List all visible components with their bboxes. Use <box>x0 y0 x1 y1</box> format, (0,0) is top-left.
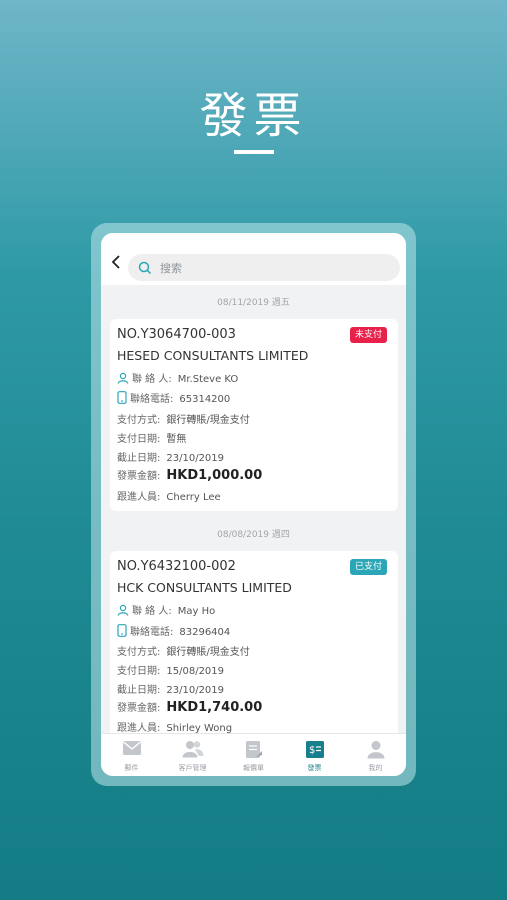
search-placeholder: 搜索 <box>160 262 182 275</box>
svg-text:$: $ <box>309 745 315 756</box>
status-badge: 未支付 <box>349 327 387 343</box>
nav-item-mail[interactable]: 郵件 <box>101 734 162 776</box>
due-date-value: 23/10/2019 <box>166 685 225 696</box>
person-icon <box>117 372 129 384</box>
payment-method-row: 支付方式: 銀行轉賬/現金支付 <box>117 643 250 658</box>
amount-row: 發票金額: HKD1,000.00 <box>117 467 262 483</box>
amount-label: 發票金額: <box>117 703 161 714</box>
invoice-card[interactable]: NO.Y3064700-003 HESED CONSULTANTS LIMITE… <box>110 319 398 511</box>
due-date-label: 截止日期: <box>117 453 161 464</box>
mail-icon <box>122 741 141 755</box>
payment-method-label: 支付方式: <box>117 415 161 426</box>
follow-row: 跟進人員: Cherry Lee <box>117 488 221 503</box>
contact-row: 聯 絡 人: May Ho <box>117 602 215 617</box>
nav-label: 郵件 <box>124 764 139 772</box>
amount-row: 發票金額: HKD1,740.00 <box>117 699 262 715</box>
date-separator: 08/08/2019 週四 <box>217 530 290 540</box>
payment-date-row: 支付日期: 15/08/2019 <box>117 662 224 677</box>
payment-date-label: 支付日期: <box>117 666 161 677</box>
invoice-company: HESED CONSULTANTS LIMITED <box>117 348 309 363</box>
due-date-value: 23/10/2019 <box>166 453 225 464</box>
contact-row: 聯 絡 人: Mr.Steve KO <box>117 370 238 385</box>
payment-method-row: 支付方式: 銀行轉賬/現金支付 <box>117 411 250 426</box>
invoice-company: HCK CONSULTANTS LIMITED <box>117 580 292 595</box>
nav-item-clients[interactable]: 客戶管理 <box>162 734 223 776</box>
bottom-nav: 郵件 客戶管理 報價單 $ 發票 我的 <box>101 733 406 776</box>
contact-value: Mr.Steve KO <box>177 374 239 385</box>
invoice-card[interactable]: NO.Y6432100-002 HCK CONSULTANTS LIMITED … <box>110 551 398 751</box>
due-date-row: 截止日期: 23/10/2019 <box>117 449 224 464</box>
follow-label: 跟進人員: <box>117 723 161 734</box>
due-date-row: 截止日期: 23/10/2019 <box>117 681 224 696</box>
profile-icon <box>367 741 384 759</box>
status-badge: 已支付 <box>349 559 387 575</box>
invoice-icon: $ <box>305 741 324 758</box>
app-screen: 搜索 08/11/2019 週五 NO.Y3064700-003 HESED C… <box>101 233 406 776</box>
amount-value: HKD1,000.00 <box>166 468 263 483</box>
phone-value[interactable]: 65314200 <box>179 394 230 405</box>
phone-row: 聯絡電話: 83296404 <box>117 623 230 638</box>
amount-value: HKD1,740.00 <box>166 700 263 715</box>
invoice-number: NO.Y6432100-002 <box>117 559 236 574</box>
payment-date-value: 15/08/2019 <box>166 666 225 677</box>
headline-underline <box>234 150 274 154</box>
top-bar: 搜索 <box>101 233 406 285</box>
date-separator: 08/11/2019 週五 <box>217 298 290 308</box>
payment-method-label: 支付方式: <box>117 647 161 658</box>
phone-label: 聯絡電話: <box>130 627 174 638</box>
phone-icon <box>117 624 127 637</box>
due-date-label: 截止日期: <box>117 685 161 696</box>
nav-item-quotation[interactable]: 報價單 <box>223 734 284 776</box>
amount-label: 發票金額: <box>117 471 161 482</box>
follow-label: 跟進人員: <box>117 492 161 503</box>
search-icon <box>138 261 152 275</box>
payment-date-value: 暫無 <box>166 434 187 445</box>
person-icon <box>117 604 129 616</box>
back-icon[interactable] <box>110 255 122 269</box>
payment-date-label: 支付日期: <box>117 434 161 445</box>
phone-label: 聯絡電話: <box>130 394 174 405</box>
nav-label: 我的 <box>368 764 383 772</box>
page-headline: 發票 <box>199 88 308 144</box>
contact-label: 聯 絡 人: <box>132 606 172 617</box>
quotation-icon <box>245 741 262 758</box>
contact-value: May Ho <box>177 606 216 617</box>
payment-date-row: 支付日期: 暫無 <box>117 430 186 445</box>
follow-value: Cherry Lee <box>166 492 221 503</box>
clients-icon <box>182 741 203 758</box>
contact-label: 聯 絡 人: <box>132 374 172 385</box>
nav-label: 客戶管理 <box>178 764 207 772</box>
phone-icon <box>117 391 127 404</box>
payment-method-value: 銀行轉賬/現金支付 <box>166 415 250 426</box>
nav-item-invoice[interactable]: $ 發票 <box>284 734 345 776</box>
phone-value[interactable]: 83296404 <box>179 627 230 638</box>
nav-label: 發票 <box>307 764 322 772</box>
payment-method-value: 銀行轉賬/現金支付 <box>166 647 250 658</box>
nav-item-profile[interactable]: 我的 <box>345 734 406 776</box>
phone-row: 聯絡電話: 65314200 <box>117 390 230 405</box>
search-input[interactable]: 搜索 <box>128 254 400 281</box>
follow-row: 跟進人員: Shirley Wong <box>117 719 232 734</box>
nav-label: 報價單 <box>243 764 264 772</box>
invoice-number: NO.Y3064700-003 <box>117 327 236 342</box>
